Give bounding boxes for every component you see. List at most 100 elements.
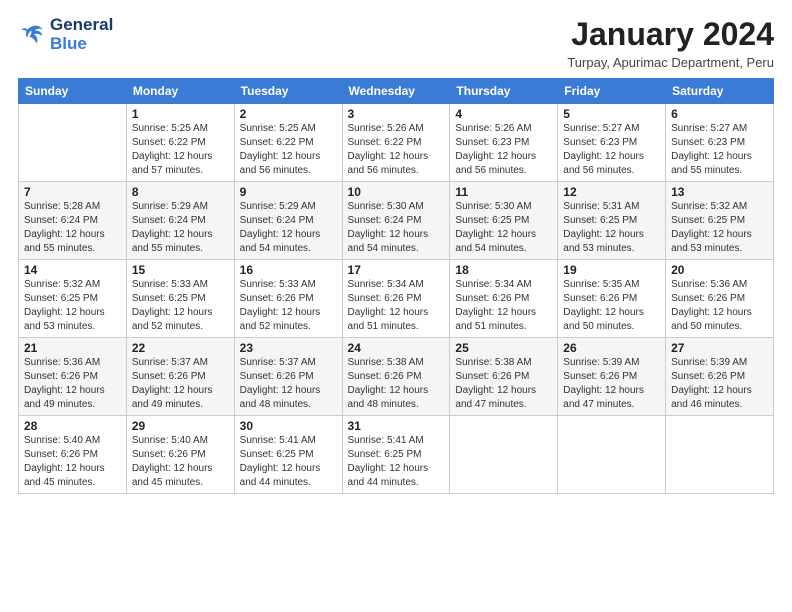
calendar-cell: 28Sunrise: 5:40 AM Sunset: 6:26 PM Dayli… [19, 416, 127, 494]
calendar-cell: 24Sunrise: 5:38 AM Sunset: 6:26 PM Dayli… [342, 338, 450, 416]
calendar-cell: 26Sunrise: 5:39 AM Sunset: 6:26 PM Dayli… [558, 338, 666, 416]
calendar-table: SundayMondayTuesdayWednesdayThursdayFrid… [18, 78, 774, 494]
calendar-cell: 3Sunrise: 5:26 AM Sunset: 6:22 PM Daylig… [342, 104, 450, 182]
day-info: Sunrise: 5:39 AM Sunset: 6:26 PM Dayligh… [671, 356, 768, 412]
calendar-cell: 7Sunrise: 5:28 AM Sunset: 6:24 PM Daylig… [19, 182, 127, 260]
calendar-cell: 4Sunrise: 5:26 AM Sunset: 6:23 PM Daylig… [450, 104, 558, 182]
calendar-cell [19, 104, 127, 182]
day-info: Sunrise: 5:41 AM Sunset: 6:25 PM Dayligh… [348, 434, 445, 490]
day-info: Sunrise: 5:26 AM Sunset: 6:22 PM Dayligh… [348, 122, 445, 178]
header: General Blue January 2024 Turpay, Apurim… [18, 16, 774, 70]
day-number: 11 [455, 185, 552, 199]
calendar-cell: 25Sunrise: 5:38 AM Sunset: 6:26 PM Dayli… [450, 338, 558, 416]
day-number: 8 [132, 185, 229, 199]
page: General Blue January 2024 Turpay, Apurim… [0, 0, 792, 612]
day-number: 27 [671, 341, 768, 355]
calendar-cell [450, 416, 558, 494]
day-number: 1 [132, 107, 229, 121]
logo: General Blue [18, 16, 113, 53]
calendar-header-row: SundayMondayTuesdayWednesdayThursdayFrid… [19, 79, 774, 104]
day-number: 7 [24, 185, 121, 199]
day-info: Sunrise: 5:25 AM Sunset: 6:22 PM Dayligh… [132, 122, 229, 178]
calendar-cell: 2Sunrise: 5:25 AM Sunset: 6:22 PM Daylig… [234, 104, 342, 182]
logo-text: General Blue [50, 16, 113, 53]
day-info: Sunrise: 5:38 AM Sunset: 6:26 PM Dayligh… [348, 356, 445, 412]
calendar-cell: 6Sunrise: 5:27 AM Sunset: 6:23 PM Daylig… [666, 104, 774, 182]
month-title: January 2024 [567, 16, 774, 53]
day-number: 5 [563, 107, 660, 121]
day-number: 2 [240, 107, 337, 121]
day-number: 9 [240, 185, 337, 199]
calendar-day-header: Thursday [450, 79, 558, 104]
calendar-cell: 18Sunrise: 5:34 AM Sunset: 6:26 PM Dayli… [450, 260, 558, 338]
day-info: Sunrise: 5:34 AM Sunset: 6:26 PM Dayligh… [348, 278, 445, 334]
calendar-cell: 22Sunrise: 5:37 AM Sunset: 6:26 PM Dayli… [126, 338, 234, 416]
title-block: January 2024 Turpay, Apurimac Department… [567, 16, 774, 70]
calendar-cell: 11Sunrise: 5:30 AM Sunset: 6:25 PM Dayli… [450, 182, 558, 260]
calendar-cell [558, 416, 666, 494]
calendar-day-header: Sunday [19, 79, 127, 104]
calendar-cell: 1Sunrise: 5:25 AM Sunset: 6:22 PM Daylig… [126, 104, 234, 182]
day-info: Sunrise: 5:29 AM Sunset: 6:24 PM Dayligh… [132, 200, 229, 256]
calendar-cell: 16Sunrise: 5:33 AM Sunset: 6:26 PM Dayli… [234, 260, 342, 338]
day-info: Sunrise: 5:30 AM Sunset: 6:24 PM Dayligh… [348, 200, 445, 256]
day-info: Sunrise: 5:37 AM Sunset: 6:26 PM Dayligh… [132, 356, 229, 412]
day-number: 14 [24, 263, 121, 277]
calendar-week-row: 28 Sunrise: 5:40 AM Sunset: 6:26 PM Dayli… [19, 416, 774, 494]
day-info: Sunrise: 5:26 AM Sunset: 6:23 PM Dayligh… [455, 122, 552, 178]
calendar-cell: 27Sunrise: 5:39 AM Sunset: 6:26 PM Dayli… [666, 338, 774, 416]
calendar-cell: 13Sunrise: 5:32 AM Sunset: 6:25 PM Dayli… [666, 182, 774, 260]
calendar-cell: 8Sunrise: 5:29 AM Sunset: 6:24 PM Daylig… [126, 182, 234, 260]
calendar-cell: 14Sunrise: 5:32 AM Sunset: 6:25 PM Dayli… [19, 260, 127, 338]
calendar-week-row: 21Sunrise: 5:36 AM Sunset: 6:26 PM Dayli… [19, 338, 774, 416]
calendar-cell: 31Sunrise: 5:41 AM Sunset: 6:25 PM Dayli… [342, 416, 450, 494]
day-number: 22 [132, 341, 229, 355]
day-info: Sunrise: 5:28 AM Sunset: 6:24 PM Dayligh… [24, 200, 121, 256]
calendar-day-header: Tuesday [234, 79, 342, 104]
location-subtitle: Turpay, Apurimac Department, Peru [567, 55, 774, 70]
day-info: Sunrise: 5:36 AM Sunset: 6:26 PM Dayligh… [24, 356, 121, 412]
day-number: 30 [240, 419, 337, 433]
day-number: 16 [240, 263, 337, 277]
day-number: 29 [132, 419, 229, 433]
day-info: Sunrise: 5:33 AM Sunset: 6:26 PM Dayligh… [240, 278, 337, 334]
calendar-cell: 5Sunrise: 5:27 AM Sunset: 6:23 PM Daylig… [558, 104, 666, 182]
calendar-week-row: 14Sunrise: 5:32 AM Sunset: 6:25 PM Dayli… [19, 260, 774, 338]
day-number: 25 [455, 341, 552, 355]
day-number: 6 [671, 107, 768, 121]
calendar-cell: 15Sunrise: 5:33 AM Sunset: 6:25 PM Dayli… [126, 260, 234, 338]
day-info: Sunrise: 5:36 AM Sunset: 6:26 PM Dayligh… [671, 278, 768, 334]
day-info: Sunrise: 5:40 AM Sunset: 6:26 PM Dayligh… [132, 434, 229, 490]
day-info: Sunrise: 5:34 AM Sunset: 6:26 PM Dayligh… [455, 278, 552, 334]
day-number: 28 [24, 419, 121, 433]
calendar-cell: 17Sunrise: 5:34 AM Sunset: 6:26 PM Dayli… [342, 260, 450, 338]
day-info: Sunrise: 5:29 AM Sunset: 6:24 PM Dayligh… [240, 200, 337, 256]
calendar-day-header: Saturday [666, 79, 774, 104]
calendar-cell: 21Sunrise: 5:36 AM Sunset: 6:26 PM Dayli… [19, 338, 127, 416]
day-number: 15 [132, 263, 229, 277]
calendar-cell [666, 416, 774, 494]
day-number: 26 [563, 341, 660, 355]
calendar-cell: 20Sunrise: 5:36 AM Sunset: 6:26 PM Dayli… [666, 260, 774, 338]
calendar-day-header: Friday [558, 79, 666, 104]
calendar-week-row: 7Sunrise: 5:28 AM Sunset: 6:24 PM Daylig… [19, 182, 774, 260]
day-info: Sunrise: 5:30 AM Sunset: 6:25 PM Dayligh… [455, 200, 552, 256]
day-info: Sunrise: 5:33 AM Sunset: 6:25 PM Dayligh… [132, 278, 229, 334]
day-info: Sunrise: 5:41 AM Sunset: 6:25 PM Dayligh… [240, 434, 337, 490]
day-number: 13 [671, 185, 768, 199]
calendar-cell: 12Sunrise: 5:31 AM Sunset: 6:25 PM Dayli… [558, 182, 666, 260]
day-number: 3 [348, 107, 445, 121]
logo-icon [18, 21, 46, 49]
day-number: 4 [455, 107, 552, 121]
day-info: Sunrise: 5:27 AM Sunset: 6:23 PM Dayligh… [671, 122, 768, 178]
day-number: 17 [348, 263, 445, 277]
day-number: 20 [671, 263, 768, 277]
day-info: Sunrise: 5:27 AM Sunset: 6:23 PM Dayligh… [563, 122, 660, 178]
day-number: 18 [455, 263, 552, 277]
calendar-cell: 19Sunrise: 5:35 AM Sunset: 6:26 PM Dayli… [558, 260, 666, 338]
day-info: Sunrise: 5:32 AM Sunset: 6:25 PM Dayligh… [671, 200, 768, 256]
day-info: Sunrise: 5:38 AM Sunset: 6:26 PM Dayligh… [455, 356, 552, 412]
day-number: 23 [240, 341, 337, 355]
calendar-day-header: Monday [126, 79, 234, 104]
day-info: Sunrise: 5:39 AM Sunset: 6:26 PM Dayligh… [563, 356, 660, 412]
